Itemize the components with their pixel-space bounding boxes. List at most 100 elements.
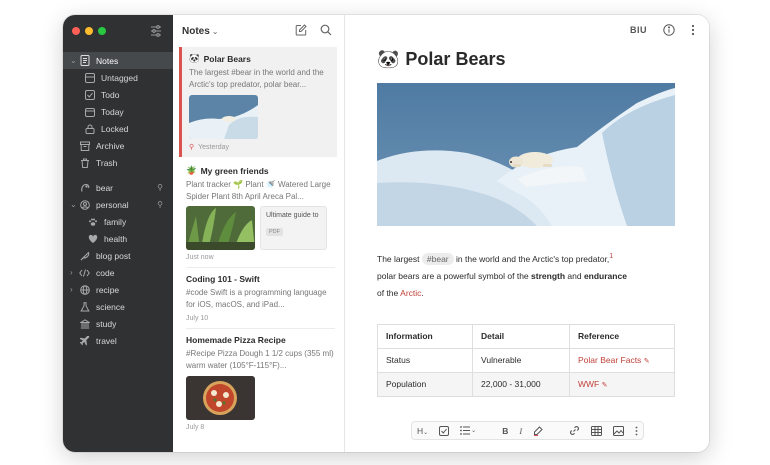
chevron-down-icon[interactable]: ⌄ xyxy=(70,56,79,65)
note-date: July 10 xyxy=(186,315,209,322)
edit-link-icon[interactable]: ✎ xyxy=(644,358,650,365)
polar-bear-image[interactable] xyxy=(377,83,675,226)
chevron-right-icon[interactable]: › xyxy=(70,285,79,294)
more-options-icon[interactable] xyxy=(635,426,638,436)
image-icon[interactable] xyxy=(613,425,625,436)
new-note-icon[interactable] xyxy=(295,24,307,36)
sidebar-tag-study[interactable]: study xyxy=(63,315,173,332)
archive-icon xyxy=(79,140,90,151)
lock-icon xyxy=(84,123,95,134)
link-icon[interactable] xyxy=(569,425,580,436)
note-item-polar-bears[interactable]: 🐼 Polar Bears The largest #bear in the w… xyxy=(179,47,337,157)
sidebar-tag-personal[interactable]: ⌄ personal ⚲ xyxy=(63,196,173,213)
chevron-down-icon[interactable]: ⌄ xyxy=(212,27,219,36)
search-icon[interactable] xyxy=(320,24,332,36)
paragraph[interactable]: The largest #bear in the world and the A… xyxy=(377,248,677,302)
sidebar-tag-bear[interactable]: bear ⚲ xyxy=(63,179,173,196)
sidebar-item-archive[interactable]: Archive xyxy=(63,137,173,154)
sidebar-nav: ⌄ Notes Untagged Todo Today Locked Archi… xyxy=(63,52,173,349)
airplane-icon xyxy=(79,335,90,346)
sidebar-item-label: blog post xyxy=(96,250,131,261)
table-cell[interactable]: 22,000 - 31,000 xyxy=(472,371,570,397)
note-title: Coding 101 - Swift xyxy=(186,274,335,284)
note-meta: July 8 xyxy=(186,424,335,431)
note-title-text: Coding 101 - Swift xyxy=(186,274,260,284)
info-icon[interactable] xyxy=(663,24,675,36)
sidebar-item-notes[interactable]: ⌄ Notes xyxy=(63,52,173,69)
attachment-type-badge: PDF xyxy=(266,228,283,236)
feather-icon xyxy=(79,250,90,261)
chevron-right-icon[interactable]: › xyxy=(70,268,79,277)
sidebar-item-locked[interactable]: Locked xyxy=(63,120,173,137)
person-tag-icon xyxy=(79,199,90,210)
list-icon[interactable]: ⌄ xyxy=(460,426,476,435)
sidebar-item-label: Archive xyxy=(96,140,125,151)
italic-button[interactable]: I xyxy=(519,426,522,436)
sidebar-tag-family[interactable]: family xyxy=(63,213,173,230)
highlight-icon[interactable] xyxy=(533,425,543,436)
bear-tag-icon xyxy=(79,182,90,193)
checkbox-icon xyxy=(84,89,95,100)
text-run: . xyxy=(421,287,424,298)
title-emoji: 🐼 xyxy=(377,49,400,69)
note-attachment-pdf[interactable]: Ultimate guide to PDF xyxy=(260,206,327,250)
bold-button[interactable]: B xyxy=(502,426,508,436)
polar-bear-facts-link[interactable]: Polar Bear Facts xyxy=(578,355,641,365)
footnote-ref[interactable]: 1 xyxy=(609,253,613,260)
text-format-button[interactable]: BIU xyxy=(630,25,647,35)
note-item-pizza-recipe[interactable]: Homemade Pizza Recipe #Recipe Pizza Doug… xyxy=(173,329,344,431)
close-window-button[interactable] xyxy=(72,27,80,35)
edit-link-icon[interactable]: ✎ xyxy=(602,382,608,389)
sidebar: ⌄ Notes Untagged Todo Today Locked Archi… xyxy=(63,15,173,452)
sidebar-item-label: health xyxy=(104,233,128,244)
hashtag-bear[interactable]: #bear xyxy=(421,252,454,265)
sidebar-tag-health[interactable]: health xyxy=(63,230,173,247)
sidebar-tag-science[interactable]: science xyxy=(63,298,173,315)
sidebar-item-label: Locked xyxy=(101,123,129,134)
sidebar-item-label: Untagged xyxy=(101,72,138,83)
checkbox-icon[interactable] xyxy=(439,425,450,436)
sidebar-tag-code[interactable]: › code xyxy=(63,264,173,281)
note-item-coding-swift[interactable]: Coding 101 - Swift #code Swift is a prog… xyxy=(173,268,344,328)
note-list-title[interactable]: Notes ⌄ xyxy=(182,26,219,37)
arctic-link[interactable]: Arctic xyxy=(400,288,421,298)
table-row: Status Vulnerable Polar Bear Facts ✎ xyxy=(377,347,675,373)
sidebar-item-label: recipe xyxy=(96,284,120,295)
note-title: 🪴 My green friends xyxy=(186,165,335,176)
filter-icon[interactable] xyxy=(149,24,163,38)
chevron-down-icon[interactable]: ⌄ xyxy=(70,200,79,209)
document[interactable]: 🐼 Polar Bears The largest #bear in the w… xyxy=(377,49,677,397)
wwf-link[interactable]: WWF xyxy=(578,379,599,389)
table-icon[interactable] xyxy=(591,425,603,436)
table-cell[interactable]: Vulnerable xyxy=(472,347,570,373)
sidebar-tag-blog-post[interactable]: blog post xyxy=(63,247,173,264)
table-cell[interactable]: Population xyxy=(377,371,473,397)
text-run: of the xyxy=(377,287,401,298)
note-meta: Just now xyxy=(186,254,335,261)
zoom-window-button[interactable] xyxy=(98,27,106,35)
table-row: Population 22,000 - 31,000 WWF ✎ xyxy=(377,371,675,397)
sidebar-item-untagged[interactable]: Untagged xyxy=(63,69,173,86)
note-list-header: Notes ⌄ xyxy=(173,15,344,47)
note-thumbnail-plants xyxy=(186,206,255,250)
sidebar-item-todo[interactable]: Todo xyxy=(63,86,173,103)
table-cell-link[interactable]: WWF ✎ xyxy=(569,371,675,397)
sidebar-tag-recipe[interactable]: › recipe xyxy=(63,281,173,298)
heading-button[interactable]: H⌄ xyxy=(417,426,428,436)
sidebar-tag-travel[interactable]: travel xyxy=(63,332,173,349)
sidebar-item-today[interactable]: Today xyxy=(63,103,173,120)
document-title[interactable]: 🐼 Polar Bears xyxy=(377,49,677,70)
more-options-icon[interactable] xyxy=(691,24,695,36)
pin-icon[interactable]: ⚲ xyxy=(157,200,163,209)
table-cell[interactable]: Status xyxy=(377,347,473,373)
note-snippet: The largest #bear in the world and the A… xyxy=(189,68,324,89)
note-item-green-friends[interactable]: 🪴 My green friends Plant tracker 🌱 Plant… xyxy=(173,157,344,267)
sidebar-item-label: Notes xyxy=(96,55,119,66)
window-controls xyxy=(72,27,106,35)
minimize-window-button[interactable] xyxy=(85,27,93,35)
bold-text: strength xyxy=(531,270,566,281)
attachment-title: Ultimate guide to xyxy=(266,212,319,219)
sidebar-item-trash[interactable]: Trash xyxy=(63,154,173,171)
pin-icon[interactable]: ⚲ xyxy=(157,183,163,192)
table-cell-link[interactable]: Polar Bear Facts ✎ xyxy=(569,347,675,373)
